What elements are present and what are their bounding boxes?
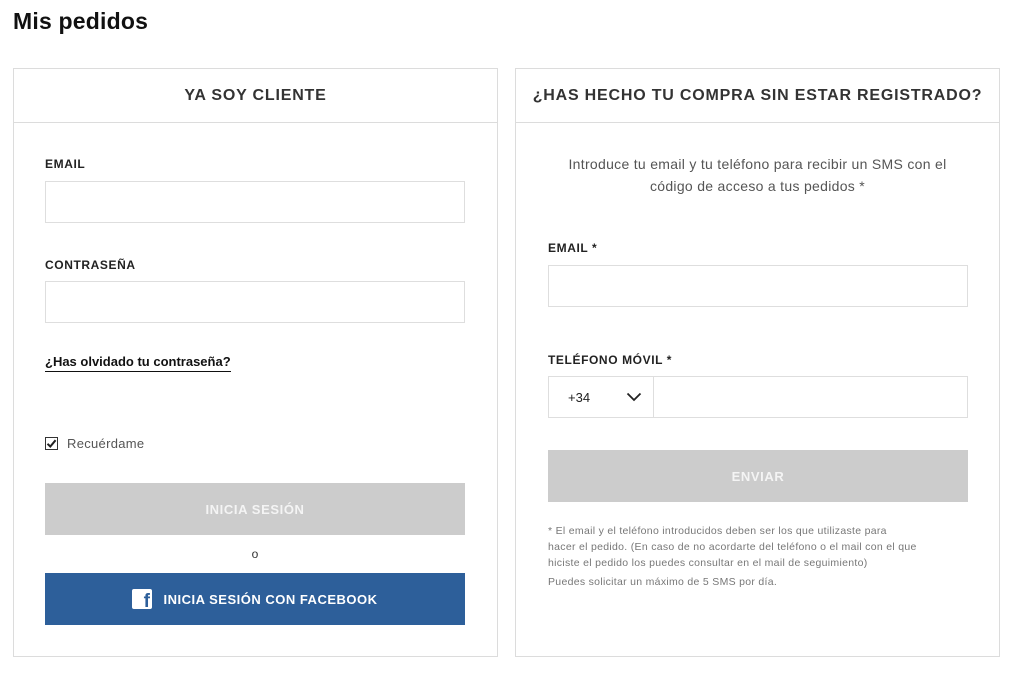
login-panel-header: YA SOY CLIENTE bbox=[14, 69, 497, 123]
remember-checkbox[interactable] bbox=[45, 437, 58, 450]
login-panel: YA SOY CLIENTE EMAIL CONTRASEÑA ¿Has olv… bbox=[13, 68, 498, 657]
or-separator: o bbox=[251, 547, 259, 561]
guest-email-field[interactable] bbox=[548, 265, 968, 307]
remember-me[interactable]: Recuérdame bbox=[45, 436, 144, 451]
phone-prefix-value: +34 bbox=[568, 389, 591, 405]
guest-note-line4: Puedes solicitar un máximo de 5 SMS por … bbox=[548, 576, 778, 588]
page-title: Mis pedidos bbox=[13, 8, 149, 34]
checkmark-icon bbox=[46, 439, 57, 448]
email-label: EMAIL bbox=[45, 157, 86, 171]
guest-intro-line2: código de acceso a tus pedidos * bbox=[649, 178, 866, 194]
phone-prefix-select[interactable]: +34 bbox=[548, 376, 654, 418]
guest-note: * El email y el teléfono introducidos de… bbox=[548, 523, 978, 590]
guest-note-line1: * El email y el teléfono introducidos de… bbox=[548, 525, 887, 537]
guest-intro: Introduce tu email y tu teléfono para re… bbox=[526, 153, 989, 197]
phone-number-field[interactable] bbox=[653, 376, 968, 418]
password-label: CONTRASEÑA bbox=[45, 258, 136, 272]
phone-label: TELÉFONO MÓVIL * bbox=[548, 353, 673, 367]
guest-panel: ¿HAS HECHO TU COMPRA SIN ESTAR REGISTRAD… bbox=[515, 68, 1000, 657]
send-button[interactable]: ENVIAR bbox=[548, 450, 968, 502]
facebook-icon: f bbox=[132, 589, 153, 609]
guest-email-label: EMAIL * bbox=[548, 241, 598, 255]
chevron-down-icon bbox=[626, 392, 642, 402]
password-field[interactable] bbox=[45, 281, 465, 323]
remember-label: Recuérdame bbox=[67, 436, 145, 451]
guest-note-line3: hiciste el pedido los puedes consultar e… bbox=[548, 557, 868, 569]
guest-intro-line1: Introduce tu email y tu teléfono para re… bbox=[568, 156, 947, 172]
guest-note-line2: hacer el pedido. (En caso de no acordart… bbox=[548, 541, 917, 553]
guest-panel-header: ¿HAS HECHO TU COMPRA SIN ESTAR REGISTRAD… bbox=[516, 69, 999, 123]
forgot-password-link[interactable]: ¿Has olvidado tu contraseña? bbox=[45, 354, 231, 372]
email-field[interactable] bbox=[45, 181, 465, 223]
facebook-login-button[interactable]: f INICIA SESIÓN CON FACEBOOK bbox=[45, 573, 465, 625]
login-button[interactable]: INICIA SESIÓN bbox=[45, 483, 465, 535]
facebook-button-label: INICIA SESIÓN CON FACEBOOK bbox=[163, 591, 378, 607]
